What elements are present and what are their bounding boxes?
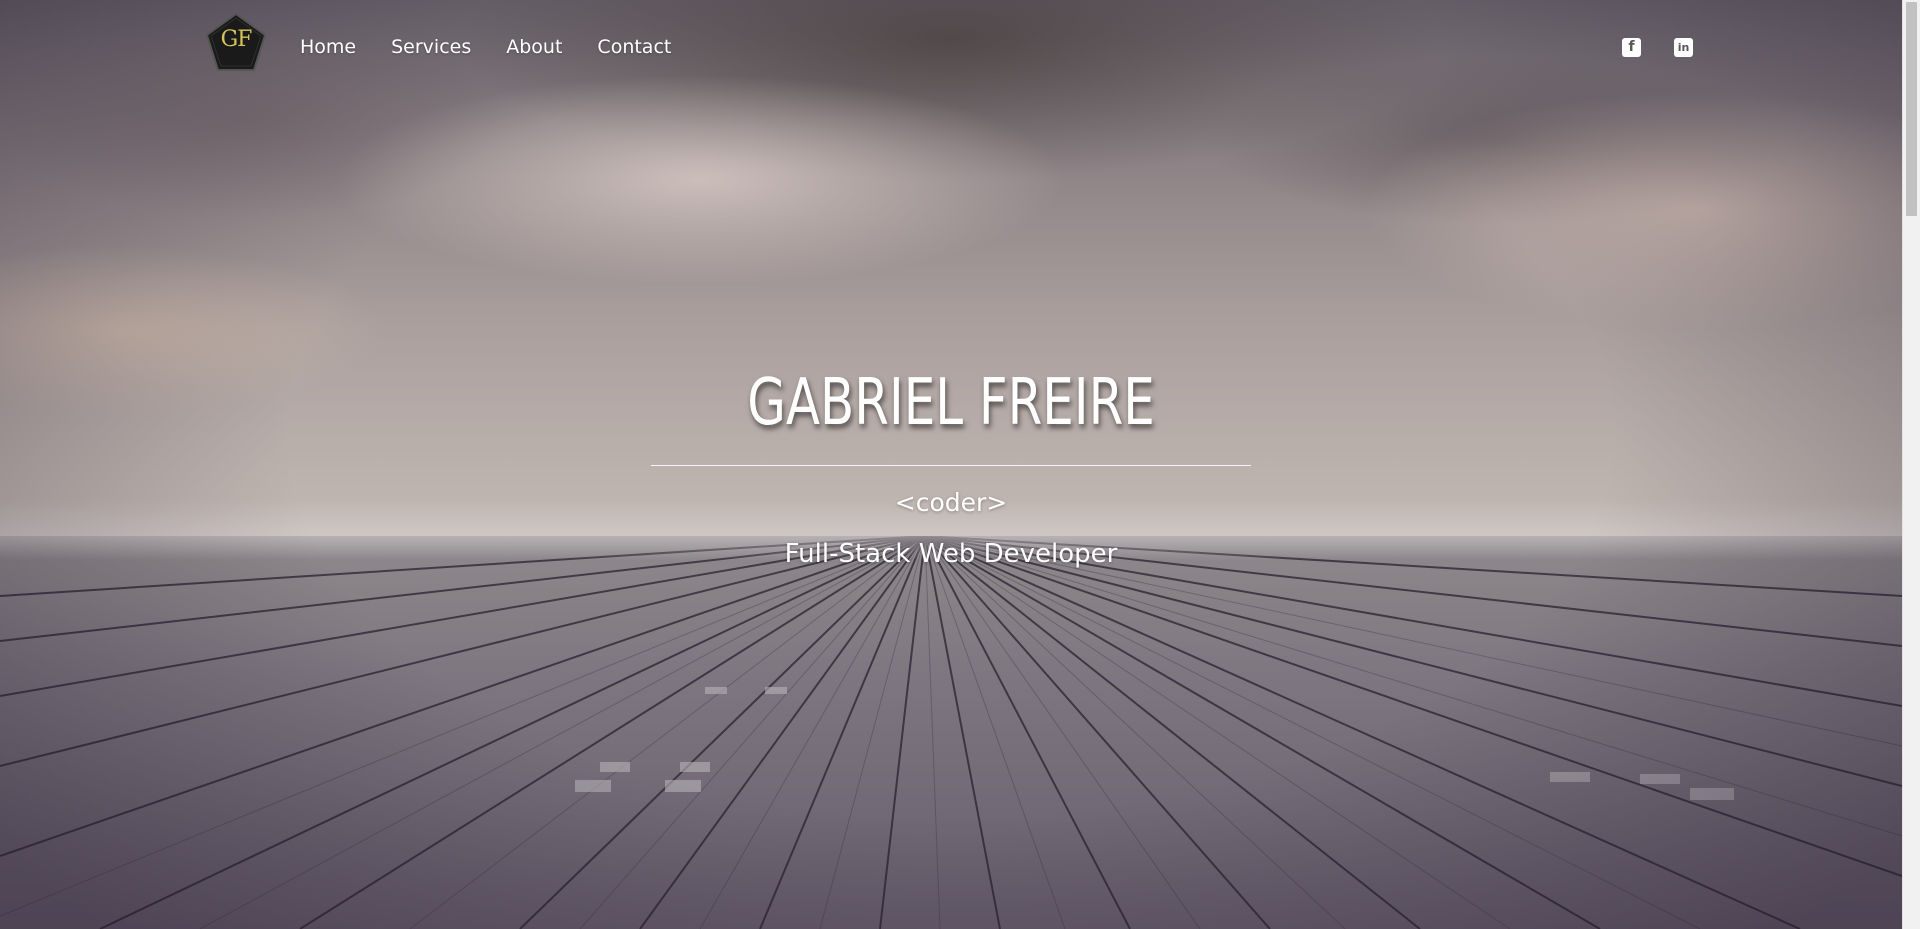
wooden-floor-background [0,536,1902,929]
nav-links: Home Services About Contact [300,36,706,58]
hero-title: GABRIEL FREIRE [747,366,1155,440]
hero-section: GF Home Services About Contact f in GABR… [0,0,1902,929]
vertical-scrollbar[interactable] [1902,0,1920,929]
nav-contact-link[interactable]: Contact [597,36,671,58]
facebook-icon[interactable]: f [1622,38,1641,57]
floor-planks [0,536,1902,929]
scrollbar-thumb[interactable] [1906,2,1917,216]
page: GF Home Services About Contact f in GABR… [0,0,1920,929]
site-logo[interactable]: GF [205,12,267,72]
linkedin-icon[interactable]: in [1674,38,1693,57]
hero-subtitle: Full-Stack Web Developer [784,539,1118,569]
nav-home-link[interactable]: Home [300,36,356,58]
logo-text: GF [220,27,253,52]
hero-divider [651,465,1251,466]
hero-tag: <coder> [894,488,1008,517]
nav-about-link[interactable]: About [506,36,562,58]
nav-services-link[interactable]: Services [391,36,471,58]
top-navbar: GF Home Services About Contact f in [0,0,1902,98]
